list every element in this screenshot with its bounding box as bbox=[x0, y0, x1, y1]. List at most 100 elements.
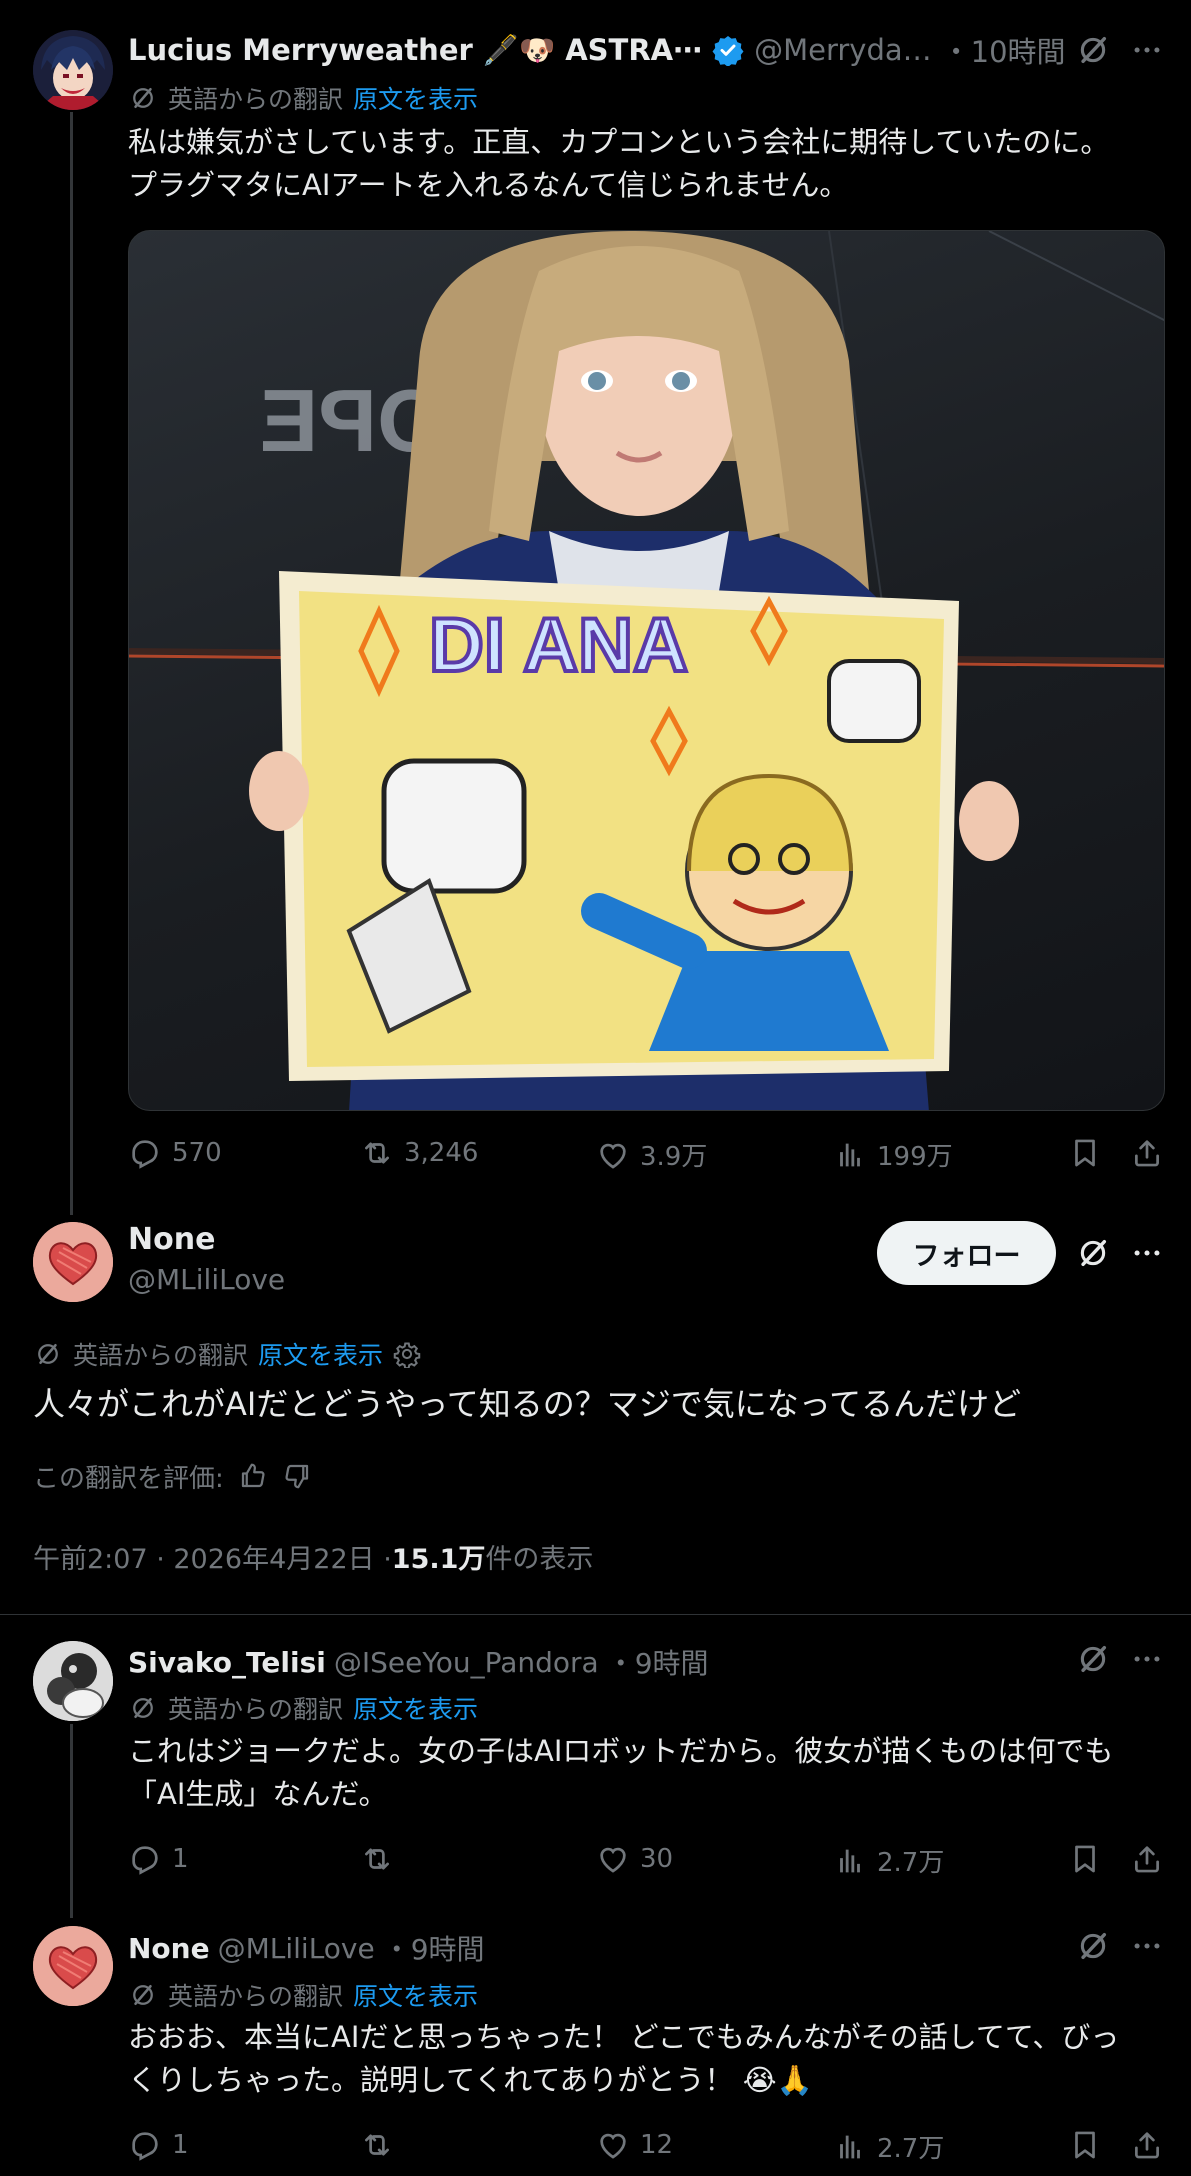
grok-button[interactable] bbox=[1076, 1642, 1110, 1680]
grok-button[interactable] bbox=[1076, 1929, 1110, 1967]
post-text-line: おおお、本当にAIだと思っちゃった！ どこでもみんながその話してて、びっ bbox=[128, 2020, 1120, 2054]
bookmark-button[interactable] bbox=[1068, 2128, 1102, 2162]
like-button[interactable]: 12 bbox=[596, 2128, 673, 2162]
like-icon bbox=[596, 2128, 630, 2162]
bookmark-button[interactable] bbox=[1068, 1842, 1102, 1876]
reply-button[interactable]: 1 bbox=[128, 1842, 189, 1876]
view-count: 15.1万 bbox=[391, 1543, 486, 1575]
thread-line bbox=[70, 112, 73, 1215]
post-text: これはジョークだよ。女の子はAIロボットだから。彼女が描くものは何でも 「AI生… bbox=[128, 1730, 1168, 1816]
heart-avatar-icon bbox=[33, 1222, 113, 1302]
translation-settings-icon[interactable] bbox=[393, 1340, 421, 1368]
author-handle[interactable]: @MLiliLove bbox=[218, 1932, 375, 1965]
show-original-link[interactable]: 原文を表示 bbox=[353, 1977, 478, 2013]
translation-icon bbox=[128, 1980, 158, 2010]
like-button[interactable]: 30 bbox=[596, 1842, 673, 1876]
show-original-link[interactable]: 原文を表示 bbox=[258, 1336, 383, 1372]
follow-button[interactable]: フォロー bbox=[877, 1221, 1056, 1285]
reply-button[interactable]: 1 bbox=[128, 2128, 189, 2162]
post-time[interactable]: ・9時間 bbox=[607, 1642, 709, 1682]
reply-button[interactable]: 570 bbox=[128, 1136, 222, 1170]
grok-button[interactable] bbox=[1076, 33, 1110, 71]
post-time[interactable]: ・9時間 bbox=[383, 1928, 485, 1968]
avatar-illustration-icon bbox=[33, 30, 113, 110]
repost-button[interactable] bbox=[360, 1842, 404, 1876]
post-image[interactable]: HOPE DI ANA bbox=[128, 230, 1165, 1111]
thumbs-down-icon[interactable] bbox=[282, 1461, 312, 1491]
translation-label: 英語からの翻訳 bbox=[168, 1982, 344, 2011]
post-timestamp[interactable]: 午前2:07 · 2026年4月22日 · bbox=[33, 1537, 392, 1576]
reply-icon bbox=[128, 2128, 162, 2162]
views-icon bbox=[833, 1138, 867, 1172]
like-button[interactable]: 3.9万 bbox=[596, 1136, 707, 1173]
view-count: 199万 bbox=[877, 1142, 953, 1172]
thumbs-up-icon[interactable] bbox=[238, 1461, 268, 1491]
author-handle[interactable]: @ISeeYou_Pandora bbox=[334, 1646, 599, 1679]
more-options-button[interactable] bbox=[1130, 1929, 1164, 1967]
post-actions: 1 30 2.7万 bbox=[128, 1842, 1168, 1882]
view-count: 2.7万 bbox=[877, 1848, 945, 1878]
repost-icon bbox=[360, 1136, 394, 1170]
rate-translation-label: この翻訳を評価: bbox=[33, 1463, 224, 1494]
more-options-button[interactable] bbox=[1130, 33, 1164, 71]
like-count: 30 bbox=[640, 1844, 674, 1874]
translation-icon bbox=[128, 1693, 158, 1723]
like-icon bbox=[596, 1842, 630, 1876]
share-icon bbox=[1130, 2128, 1164, 2162]
post-text-line: くりしちゃった。説明してくれてありがとう！ 😭🙏 bbox=[128, 2063, 813, 2097]
share-button[interactable] bbox=[1130, 1842, 1164, 1876]
bookmark-icon bbox=[1068, 1136, 1102, 1170]
grok-button[interactable] bbox=[1076, 1236, 1110, 1274]
repost-button[interactable] bbox=[360, 2128, 404, 2162]
like-icon bbox=[596, 1138, 630, 1172]
more-options-button[interactable] bbox=[1130, 1236, 1164, 1274]
avatar[interactable] bbox=[33, 1222, 113, 1302]
view-count: 2.7万 bbox=[877, 2134, 945, 2164]
author-name[interactable]: None bbox=[128, 1932, 210, 1965]
views-icon bbox=[833, 2130, 867, 2164]
translation-label: 英語からの翻訳 bbox=[73, 1341, 249, 1370]
author-name[interactable]: None bbox=[128, 1222, 215, 1257]
author-handle[interactable]: @Merryda… bbox=[754, 33, 932, 67]
translation-icon bbox=[128, 83, 158, 113]
views-button[interactable]: 199万 bbox=[833, 1136, 953, 1173]
author-name[interactable]: Sivako_Telisi bbox=[128, 1646, 326, 1679]
share-button[interactable] bbox=[1130, 2128, 1164, 2162]
reply-icon bbox=[128, 1136, 162, 1170]
show-original-link[interactable]: 原文を表示 bbox=[353, 1690, 478, 1726]
translation-icon bbox=[33, 1339, 63, 1369]
post-time[interactable]: ・10時間 bbox=[942, 29, 1066, 71]
avatar[interactable] bbox=[33, 1926, 113, 2006]
drawing-text: DI ANA bbox=[429, 603, 688, 688]
avatar[interactable] bbox=[33, 30, 113, 110]
post-metadata: 午前2:07 · 2026年4月22日 · 15.1万 件の表示 bbox=[33, 1536, 593, 1576]
post-text: おおお、本当にAIだと思っちゃった！ どこでもみんながその話してて、びっ くりし… bbox=[128, 2016, 1168, 2102]
author-name[interactable]: Lucius Merryweather 🖋️🐶 ASTRA⋯ bbox=[128, 33, 702, 68]
views-button[interactable]: 2.7万 bbox=[833, 2128, 944, 2165]
bookmark-icon bbox=[1068, 2128, 1102, 2162]
reply-count: 1 bbox=[172, 1844, 189, 1874]
post-text-line: これはジョークだよ。女の子はAIロボットだから。彼女が描くものは何でも bbox=[128, 1734, 1114, 1768]
reply-count: 570 bbox=[172, 1138, 222, 1168]
like-count: 12 bbox=[640, 2130, 674, 2160]
post-text-line: 私は嫌気がさしています。正直、カプコンという会社に期待していたのに。 bbox=[128, 125, 1110, 159]
post-text: 私は嫌気がさしています。正直、カプコンという会社に期待していたのに。 プラグマタ… bbox=[128, 121, 1168, 207]
post-text: 人々がこれがAIだとどうやって知るの？マジで気になってるんだけど bbox=[33, 1385, 1022, 1423]
views-button[interactable]: 2.7万 bbox=[833, 1842, 944, 1879]
share-button[interactable] bbox=[1130, 1136, 1164, 1170]
bookmark-icon bbox=[1068, 1842, 1102, 1876]
like-count: 3.9万 bbox=[640, 1142, 708, 1172]
share-icon bbox=[1130, 1842, 1164, 1876]
bookmark-button[interactable] bbox=[1068, 1136, 1102, 1170]
avatar[interactable] bbox=[33, 1641, 113, 1721]
translation-label: 英語からの翻訳 bbox=[168, 1695, 344, 1724]
post-actions: 570 3,246 3.9万 199万 bbox=[128, 1136, 1168, 1176]
more-options-button[interactable] bbox=[1130, 1642, 1164, 1680]
post-actions: 1 12 2.7万 bbox=[128, 2128, 1168, 2168]
views-icon bbox=[833, 1844, 867, 1878]
author-handle[interactable]: @MLiliLove bbox=[128, 1263, 285, 1296]
reply-count: 1 bbox=[172, 2130, 189, 2160]
divider bbox=[0, 1614, 1191, 1615]
repost-button[interactable]: 3,246 bbox=[360, 1136, 478, 1170]
show-original-link[interactable]: 原文を表示 bbox=[353, 80, 478, 116]
